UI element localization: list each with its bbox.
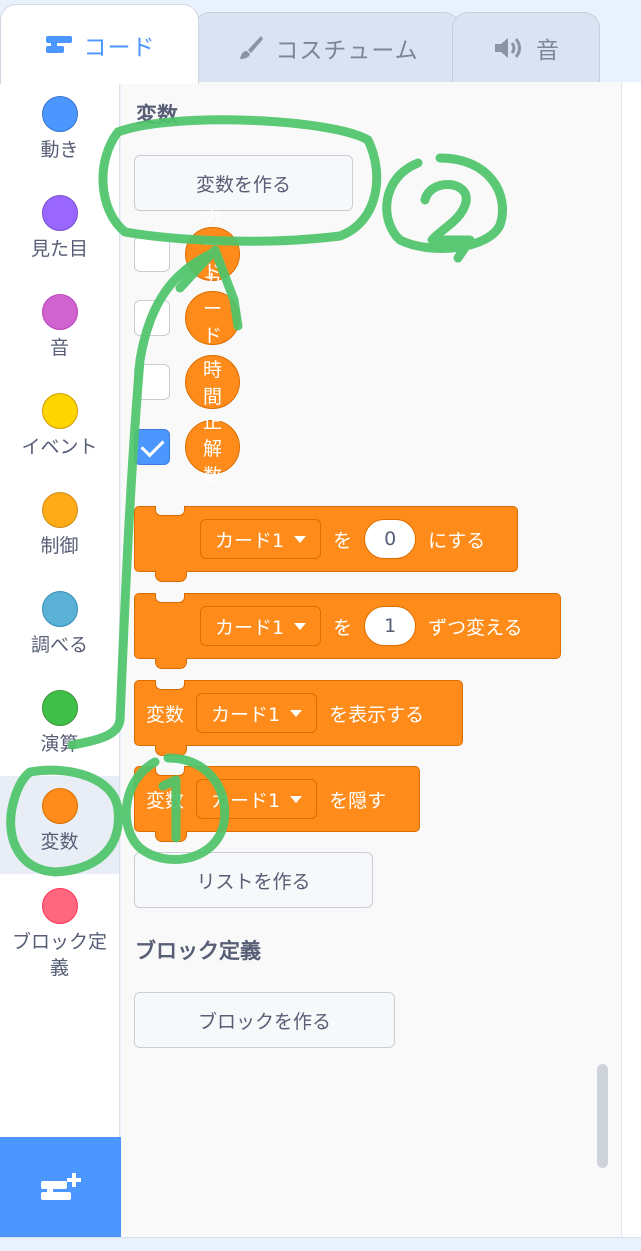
chevron-down-icon [294,535,307,543]
change-variable-block[interactable]: カード1 を 1 ずつ変える [134,593,561,669]
category-menu: 動き 見た目 音 イベント 制御 調べる 演算 変数 ブロック定 義 [0,82,120,1237]
category-operators-dot [41,690,78,726]
category-my-blocks[interactable]: ブロック定 義 [0,880,119,990]
category-sensing[interactable]: 調べる [0,583,119,681]
category-variables-dot [41,788,78,824]
variable-checkbox[interactable] [134,236,170,272]
variable-checkbox[interactable] [134,300,170,336]
chevron-down-icon [294,622,307,630]
category-control[interactable]: 制御 [0,484,119,582]
make-variable-button[interactable]: 変数を作る [134,155,353,211]
category-motion-dot [41,96,78,132]
chevron-down-icon [290,709,303,717]
category-sensing-label: 調べる [30,634,88,656]
bottom-border [0,1237,641,1251]
category-events-label: イベント [21,436,98,458]
chevron-down-icon [290,795,303,803]
make-list-button[interactable]: リストを作る [134,852,373,908]
hide-variable-block[interactable]: 変数 カード1 を隠す [134,766,420,842]
category-looks-dot [41,195,78,231]
variable-checkbox[interactable] [134,364,170,400]
value-input[interactable]: 1 [364,606,417,646]
category-operators[interactable]: 演算 [0,682,119,780]
category-operators-label: 演算 [40,733,79,755]
variable-dropdown[interactable]: カード1 [200,606,322,646]
category-motion[interactable]: 動き [0,88,119,186]
category-my-blocks-dot [41,888,78,924]
category-events-dot [41,393,78,429]
tab-code[interactable]: コード [0,4,199,84]
code-area-edge [621,82,641,1237]
category-looks-label: 見た目 [30,238,88,260]
tab-sounds[interactable]: 音 [452,12,600,82]
value-input[interactable]: 0 [364,519,417,559]
variable-dropdown[interactable]: カード1 [196,779,318,819]
variable-checkbox-checked[interactable] [134,429,170,465]
set-variable-block[interactable]: カード1 を 0 にする [134,506,518,582]
category-looks[interactable]: 見た目 [0,187,119,285]
variables-section-title: 変数 [136,103,178,127]
my-blocks-section-title: ブロック定義 [135,939,261,963]
add-extension-icon [39,1171,83,1211]
variable-dropdown[interactable]: カード1 [196,693,318,733]
variable-reporter[interactable]: 時間 [185,355,241,409]
variable-reporter[interactable]: 正解数 [185,411,241,487]
category-sound-dot [41,294,78,330]
speaker-icon [492,35,526,61]
code-blocks-icon [44,33,74,57]
tab-costumes[interactable]: コスチューム [194,12,460,82]
category-control-dot [41,492,78,528]
tab-sounds-label: 音 [536,37,560,64]
paintbrush-icon [235,33,265,63]
tab-code-label: コード [83,34,156,61]
palette-scrollbar[interactable] [597,1064,608,1168]
tab-costumes-label: コスチューム [275,37,419,64]
category-variables-label: 変数 [40,831,79,853]
tab-bar: コード コスチューム 音 [0,0,641,84]
variable-dropdown[interactable]: カード1 [200,519,322,559]
category-motion-label: 動き [40,139,79,161]
add-extension-button[interactable] [0,1137,121,1245]
category-sound-label: 音 [49,337,69,359]
category-events[interactable]: イベント [0,385,119,483]
category-control-label: 制御 [40,535,79,557]
category-sensing-dot [41,591,78,627]
make-block-button[interactable]: ブロックを作る [134,992,395,1048]
category-variables[interactable]: 変数 [0,776,119,874]
category-sound[interactable]: 音 [0,286,119,384]
show-variable-block[interactable]: 変数 カード1 を表示する [134,680,463,756]
variable-reporter[interactable]: カード2 [185,271,241,370]
category-my-blocks-label: ブロック定 義 [11,931,107,979]
